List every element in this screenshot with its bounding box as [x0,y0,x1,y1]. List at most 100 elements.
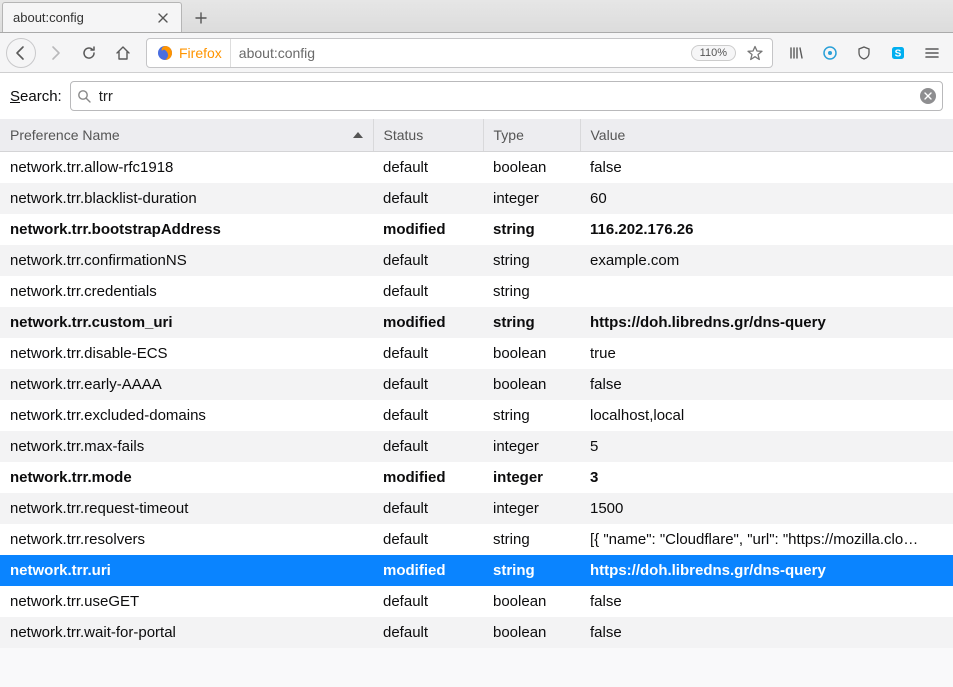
table-row[interactable]: network.trr.bootstrapAddressmodifiedstri… [0,214,953,245]
table-row[interactable]: network.trr.request-timeoutdefaultintege… [0,493,953,524]
skype-icon[interactable]: S [883,38,913,68]
url-bar[interactable]: Firefox 110% [146,38,773,68]
table-row[interactable]: network.trr.credentialsdefaultstring [0,276,953,307]
cell-status: default [373,183,483,214]
cell-type: string [483,307,580,338]
close-tab-icon[interactable] [155,10,171,26]
identity-label: Firefox [179,45,222,61]
cell-name: network.trr.credentials [0,276,373,307]
back-button[interactable] [6,38,36,68]
cell-name: network.trr.bootstrapAddress [0,214,373,245]
cell-status: modified [373,462,483,493]
cell-value: 3 [580,462,953,493]
cell-name: network.trr.request-timeout [0,493,373,524]
shield-icon[interactable] [849,38,879,68]
extension-icon[interactable] [815,38,845,68]
table-row[interactable]: network.trr.resolversdefaultstring[{ "na… [0,524,953,555]
reload-button[interactable] [74,38,104,68]
cell-value: [{ "name": "Cloudflare", "url": "https:/… [580,524,953,555]
col-header-name-label: Preference Name [10,127,120,143]
cell-name: network.trr.max-fails [0,431,373,462]
cell-status: modified [373,307,483,338]
table-row[interactable]: network.trr.confirmationNSdefaultstringe… [0,245,953,276]
cell-status: default [373,400,483,431]
search-icon [77,89,91,103]
cell-status: default [373,338,483,369]
cell-value: false [580,617,953,648]
cell-type: boolean [483,152,580,184]
cell-status: default [373,617,483,648]
aboutconfig-content: Search: Preference Name Status Type Valu… [0,73,953,648]
cell-type: string [483,524,580,555]
col-header-name[interactable]: Preference Name [0,119,373,152]
table-row[interactable]: network.trr.useGETdefaultbooleanfalse [0,586,953,617]
cell-status: default [373,524,483,555]
cell-name: network.trr.useGET [0,586,373,617]
table-row[interactable]: network.trr.early-AAAAdefaultbooleanfals… [0,369,953,400]
cell-name: network.trr.allow-rfc1918 [0,152,373,184]
library-icon[interactable] [781,38,811,68]
cell-status: default [373,493,483,524]
cell-name: network.trr.custom_uri [0,307,373,338]
cell-status: default [373,586,483,617]
browser-tab[interactable]: about:config [2,2,182,32]
table-row[interactable]: network.trr.excluded-domainsdefaultstrin… [0,400,953,431]
search-box[interactable] [70,81,943,111]
cell-value: https://doh.libredns.gr/dns-query [580,555,953,586]
cell-name: network.trr.confirmationNS [0,245,373,276]
cell-status: default [373,276,483,307]
table-row[interactable]: network.trr.urimodifiedstringhttps://doh… [0,555,953,586]
col-header-type-label: Type [494,127,524,143]
cell-type: string [483,214,580,245]
cell-type: integer [483,493,580,524]
table-row[interactable]: network.trr.disable-ECSdefaultbooleantru… [0,338,953,369]
cell-type: string [483,276,580,307]
new-tab-button[interactable] [186,4,216,32]
table-row[interactable]: network.trr.max-failsdefaultinteger5 [0,431,953,462]
identity-box[interactable]: Firefox [149,39,231,67]
cell-value: true [580,338,953,369]
cell-status: default [373,245,483,276]
cell-name: network.trr.excluded-domains [0,400,373,431]
table-row[interactable]: network.trr.custom_urimodifiedstringhttp… [0,307,953,338]
table-row[interactable]: network.trr.allow-rfc1918defaultbooleanf… [0,152,953,184]
cell-name: network.trr.early-AAAA [0,369,373,400]
col-header-type[interactable]: Type [483,119,580,152]
cell-type: string [483,555,580,586]
cell-type: string [483,245,580,276]
col-header-status[interactable]: Status [373,119,483,152]
nav-toolbar: Firefox 110% S [0,33,953,73]
cell-value: false [580,369,953,400]
cell-value: example.com [580,245,953,276]
firefox-icon [157,45,173,61]
url-input[interactable] [231,45,691,61]
col-header-value[interactable]: Value [580,119,953,152]
table-row[interactable]: network.trr.modemodifiedinteger3 [0,462,953,493]
bookmark-star-icon[interactable] [740,38,770,68]
search-row: Search: [0,73,953,119]
cell-type: boolean [483,617,580,648]
cell-value: localhost,local [580,400,953,431]
svg-text:S: S [895,48,902,59]
hamburger-menu-icon[interactable] [917,38,947,68]
cell-type: integer [483,183,580,214]
home-button[interactable] [108,38,138,68]
col-header-value-label: Value [591,127,626,143]
search-label: Search: [10,88,62,105]
cell-name: network.trr.blacklist-duration [0,183,373,214]
tab-title: about:config [13,10,155,25]
clear-search-icon[interactable] [920,88,936,104]
cell-value: 60 [580,183,953,214]
zoom-badge[interactable]: 110% [691,45,736,61]
cell-type: integer [483,462,580,493]
forward-button [40,38,70,68]
table-row[interactable]: network.trr.wait-for-portaldefaultboolea… [0,617,953,648]
search-input[interactable] [97,87,914,106]
table-row[interactable]: network.trr.blacklist-durationdefaultint… [0,183,953,214]
cell-value [580,276,953,307]
cell-value: false [580,586,953,617]
cell-name: network.trr.resolvers [0,524,373,555]
cell-value: false [580,152,953,184]
cell-type: string [483,400,580,431]
cell-status: modified [373,214,483,245]
